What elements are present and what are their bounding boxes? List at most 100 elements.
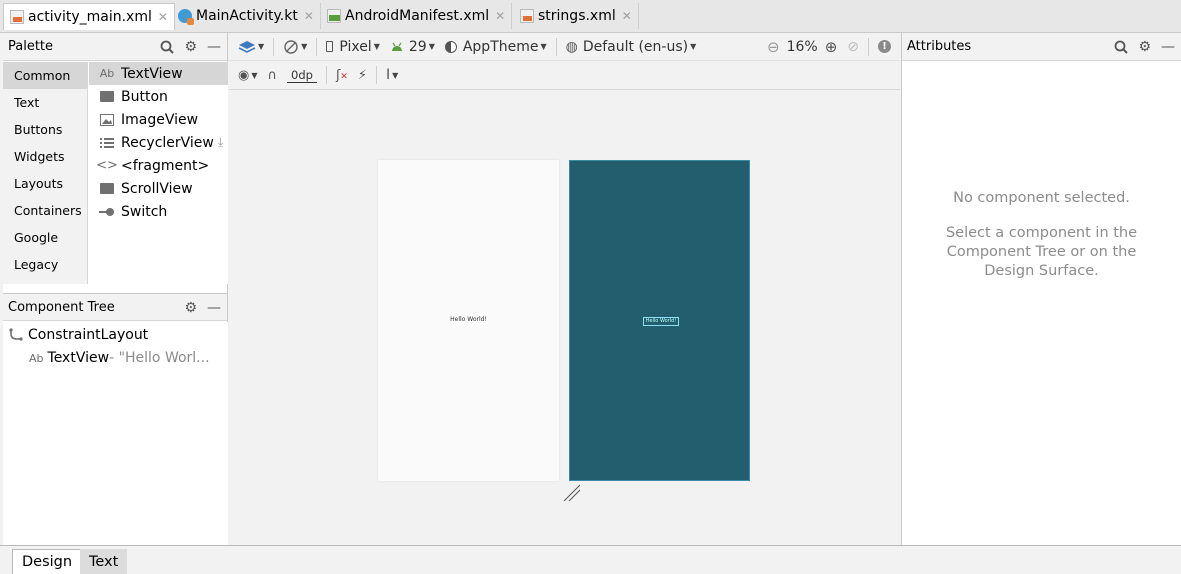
item-label: ScrollView xyxy=(121,180,193,197)
close-icon[interactable]: ✕ xyxy=(304,9,314,23)
warning-icon: ! xyxy=(878,40,891,53)
infer-constraints-button[interactable]: ⚡ xyxy=(353,61,372,89)
clear-constraints-icon: ʃ✕ xyxy=(335,67,348,83)
category-google[interactable]: Google xyxy=(3,224,87,251)
minimize-icon[interactable]: — xyxy=(1161,39,1175,55)
locale-dropdown[interactable]: ◍ Default (en-us) ▼ xyxy=(561,33,702,60)
android-studio-window: activity_main.xml ✕ MainActivity.kt ✕ An… xyxy=(0,0,1181,574)
tab-strings-xml[interactable]: strings.xml ✕ xyxy=(514,3,639,29)
category-widgets[interactable]: Widgets xyxy=(3,143,87,170)
category-containers[interactable]: Containers xyxy=(3,197,87,224)
search-icon[interactable] xyxy=(1114,40,1129,54)
design-preview[interactable]: Hello World! xyxy=(378,160,559,481)
clear-constraints-button[interactable]: ʃ✕ xyxy=(331,61,353,89)
device-label: Pixel xyxy=(339,38,372,55)
category-text[interactable]: Text xyxy=(3,89,87,116)
blueprint-textview[interactable]: Hello World! xyxy=(643,317,679,326)
category-layouts[interactable]: Layouts xyxy=(3,170,87,197)
zoom-fit-button[interactable]: ⊘ xyxy=(842,33,864,60)
autoconnect-toggle[interactable]: ∩ xyxy=(263,61,283,89)
zoom-level: 16% xyxy=(786,38,818,55)
zoom-fit-icon: ⊘ xyxy=(847,38,859,55)
tree-item-textview[interactable]: Ab TextView - "Hello Worl... xyxy=(29,347,210,369)
close-icon[interactable]: ✕ xyxy=(622,9,632,23)
palette-item-scrollview[interactable]: ScrollView xyxy=(89,177,228,200)
guidelines-dropdown[interactable]: I ▼ xyxy=(381,61,403,89)
gear-icon[interactable]: ⚙ xyxy=(184,300,197,316)
warnings-button[interactable]: ! xyxy=(873,33,896,60)
category-buttons[interactable]: Buttons xyxy=(3,116,87,143)
android-icon xyxy=(391,42,402,51)
tree-item-constraintlayout[interactable]: ConstraintLayout xyxy=(9,324,148,346)
manifest-file-icon xyxy=(327,9,341,23)
default-margin-label: 0dp xyxy=(287,68,317,83)
api-dropdown[interactable]: 29 ▼ xyxy=(385,33,440,60)
design-toolbar: ▼ ▼ Pixel ▼ 29 ▼ AppTheme ▼ ◍ Default (e… xyxy=(229,33,900,61)
tab-text[interactable]: Text xyxy=(80,549,128,574)
close-icon[interactable]: ✕ xyxy=(495,9,505,23)
category-common[interactable]: Common xyxy=(3,62,87,89)
blueprint-preview[interactable]: Hello World! xyxy=(569,160,750,481)
close-icon[interactable]: ✕ xyxy=(158,10,168,24)
resize-handle[interactable] xyxy=(562,483,580,501)
locale-label: Default (en-us) xyxy=(582,38,689,55)
kotlin-file-icon xyxy=(178,9,194,25)
no-selection-hint-2: Component Tree or on the xyxy=(946,244,1137,260)
tree-label: TextView xyxy=(47,350,110,366)
palette-item-fragment[interactable]: <> <fragment> xyxy=(89,154,228,177)
design-surface: ▼ ▼ Pixel ▼ 29 ▼ AppTheme ▼ ◍ Default (e… xyxy=(229,33,900,545)
minimize-icon[interactable]: — xyxy=(207,300,221,316)
category-legacy[interactable]: Legacy xyxy=(3,251,87,278)
palette-item-imageview[interactable]: ImageView xyxy=(89,108,228,131)
item-label: Switch xyxy=(121,203,168,220)
gear-icon[interactable]: ⚙ xyxy=(1138,39,1151,55)
item-label: TextView xyxy=(121,65,183,82)
globe-icon: ◍ xyxy=(565,38,578,55)
palette-item-button[interactable]: Button xyxy=(89,85,228,108)
item-label: RecyclerView xyxy=(121,134,214,151)
palette-header: Palette ⚙ — xyxy=(3,33,227,61)
tab-label: AndroidManifest.xml xyxy=(345,8,490,24)
design-blueprint-toggle[interactable]: ▼ xyxy=(233,33,269,60)
theme-dropdown[interactable]: AppTheme ▼ xyxy=(440,33,552,60)
layers-icon xyxy=(238,40,256,53)
palette-item-switch[interactable]: Switch xyxy=(89,200,228,223)
palette-item-textview[interactable]: Ab TextView xyxy=(89,62,228,85)
download-icon[interactable]: ⤓ xyxy=(218,135,223,150)
list-icon xyxy=(97,137,117,149)
theme-icon xyxy=(444,40,457,53)
tab-activity-main-xml[interactable]: activity_main.xml ✕ xyxy=(3,3,175,30)
zoom-out-icon: ⊖ xyxy=(766,37,780,56)
rotate-icon xyxy=(284,39,298,54)
magnet-icon: ∩ xyxy=(267,67,278,83)
palette-item-list: Ab TextView Button ImageView RecyclerVie… xyxy=(89,62,228,284)
tab-label: activity_main.xml xyxy=(28,9,152,25)
minimize-icon[interactable]: — xyxy=(207,39,221,55)
zoom-in-button[interactable]: ⊕ xyxy=(820,33,843,60)
tree-label-value: - "Hello Worl... xyxy=(109,350,210,366)
zoom-out-button[interactable]: ⊖ xyxy=(762,33,785,60)
textview-icon: Ab xyxy=(99,67,115,80)
orientation-button[interactable]: ▼ xyxy=(278,33,312,60)
magic-wand-icon: ⚡ xyxy=(357,67,367,83)
tab-mainactivity-kt[interactable]: MainActivity.kt ✕ xyxy=(172,3,321,29)
tab-design[interactable]: Design xyxy=(12,549,83,574)
palette-title: Palette xyxy=(8,39,54,54)
button-icon xyxy=(97,91,117,102)
image-icon xyxy=(97,113,117,126)
attributes-header: Attributes ⚙ — xyxy=(902,33,1181,61)
default-margin-button[interactable]: 0dp xyxy=(282,61,322,89)
view-options-button[interactable]: ◉ ▼ xyxy=(233,61,263,89)
tab-label: MainActivity.kt xyxy=(196,8,298,24)
palette-item-recyclerview[interactable]: RecyclerView ⤓ xyxy=(89,131,228,154)
device-dropdown[interactable]: Pixel ▼ xyxy=(321,33,385,60)
scrollview-icon xyxy=(97,183,117,194)
theme-label: AppTheme xyxy=(462,38,539,55)
search-icon[interactable] xyxy=(160,40,175,54)
preview-textview[interactable]: Hello World! xyxy=(378,316,559,323)
eye-icon: ◉ xyxy=(238,67,250,83)
tab-androidmanifest-xml[interactable]: AndroidManifest.xml ✕ xyxy=(321,3,513,29)
component-tree-title: Component Tree xyxy=(8,299,115,315)
zoom-in-icon: ⊕ xyxy=(824,37,838,56)
gear-icon[interactable]: ⚙ xyxy=(184,39,197,55)
